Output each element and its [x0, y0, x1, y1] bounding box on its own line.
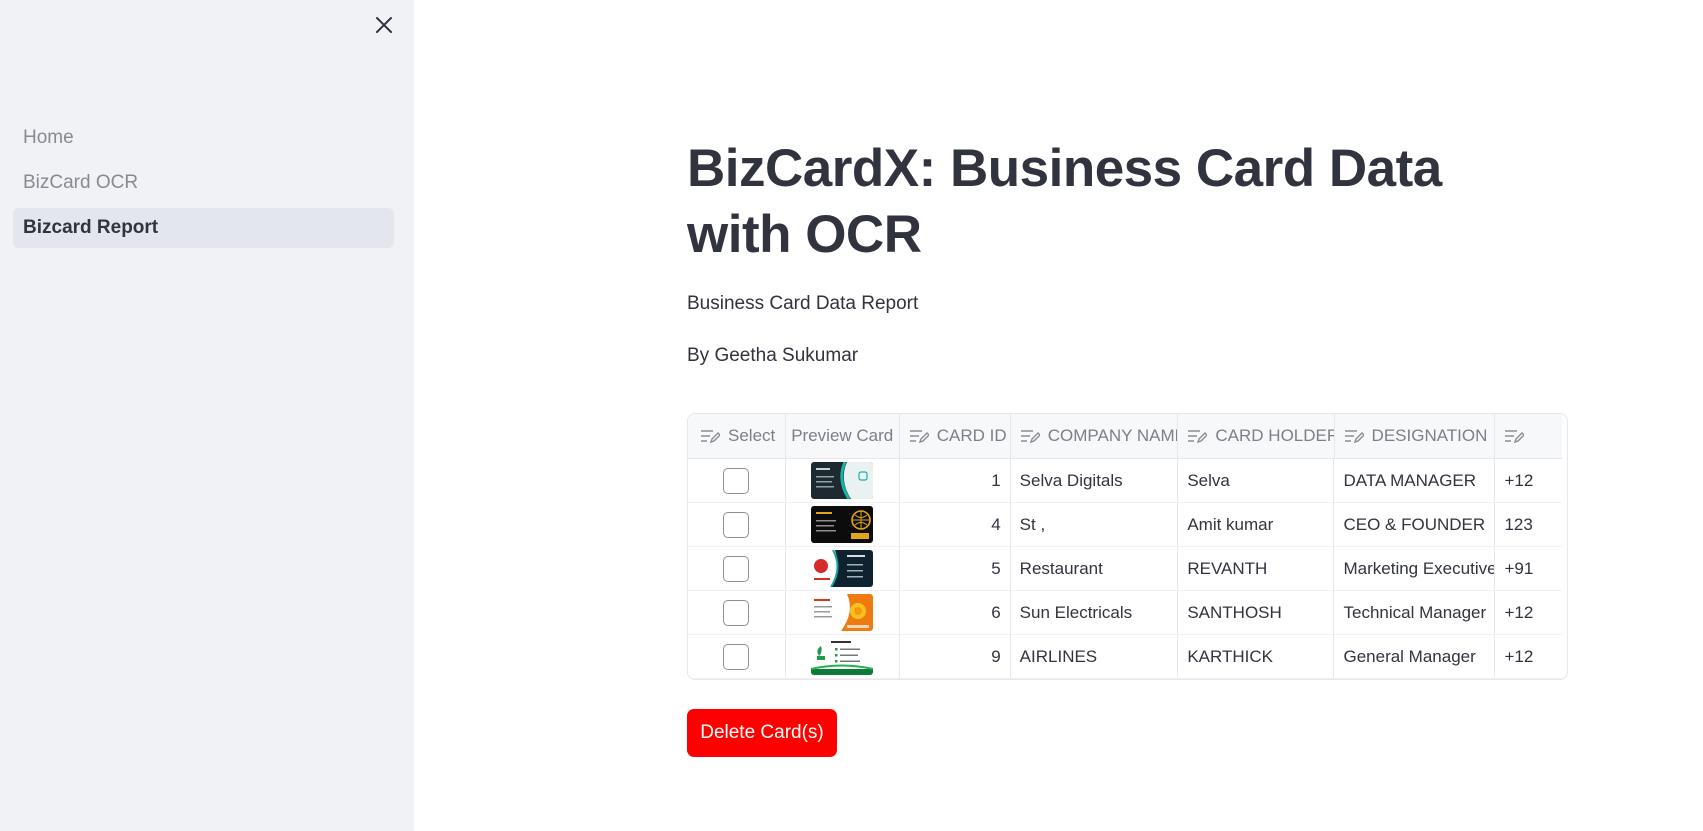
row-select-checkbox[interactable]: [723, 467, 750, 494]
card-preview-image[interactable]: [811, 550, 874, 587]
table-row: 4 St , Amit kumar CEO & FOUNDER 123: [688, 503, 1562, 547]
column-header-label: Preview Card: [791, 426, 894, 445]
card-preview-image[interactable]: [811, 638, 874, 675]
phone-cell[interactable]: +91: [1495, 547, 1562, 590]
card-holder-cell[interactable]: Selva: [1178, 459, 1335, 502]
designation-cell[interactable]: General Manager: [1334, 635, 1496, 678]
column-header-card-holder[interactable]: CARD HOLDER: [1178, 414, 1335, 458]
column-header-card-id[interactable]: CARD ID: [900, 414, 1011, 458]
company-name-cell[interactable]: Selva Digitals: [1011, 459, 1179, 502]
card-holder-cell[interactable]: Amit kumar: [1178, 503, 1335, 546]
preview-cell: [786, 635, 900, 678]
designation-cell[interactable]: Technical Manager: [1334, 591, 1496, 634]
edit-column-icon: [909, 430, 929, 444]
preview-cell: [786, 547, 900, 590]
table-header-row: Select Preview Card CARD ID COMPANY NAME…: [688, 414, 1562, 459]
column-header-company-name[interactable]: COMPANY NAME: [1011, 414, 1179, 458]
card-id-cell[interactable]: 1: [900, 459, 1011, 502]
column-header-label: COMPANY NAME: [1047, 426, 1179, 445]
card-preview-image[interactable]: [811, 506, 874, 543]
author-text: By Geetha Sukumar: [687, 345, 859, 366]
select-cell: [688, 459, 786, 502]
preview-cell: [786, 591, 900, 634]
table-row: 9 AIRLINES KARTHICK General Manager +12: [688, 635, 1562, 679]
company-name-cell[interactable]: St ,: [1011, 503, 1179, 546]
page-subtitle: Business Card Data Report: [687, 293, 919, 314]
edit-column-icon: [701, 430, 720, 444]
designation-cell[interactable]: CEO & FOUNDER: [1334, 503, 1496, 546]
card-holder-cell[interactable]: KARTHICK: [1178, 635, 1335, 678]
cards-data-table: Select Preview Card CARD ID COMPANY NAME…: [687, 413, 1568, 680]
edit-column-icon: [1020, 430, 1040, 444]
company-name-cell[interactable]: Restaurant: [1011, 547, 1179, 590]
sidebar-item-bizcard-report[interactable]: Bizcard Report: [13, 208, 394, 248]
designation-cell[interactable]: DATA MANAGER: [1334, 459, 1496, 502]
column-header-label: CARD HOLDER: [1215, 426, 1335, 445]
page-title: BizCardX: Business Card Data with OCR: [687, 139, 1442, 264]
edit-column-icon: [1188, 430, 1208, 444]
sidebar-nav: Home BizCard OCR Bizcard Report: [13, 118, 394, 253]
card-holder-cell[interactable]: SANTHOSH: [1178, 591, 1335, 634]
phone-cell[interactable]: +12: [1495, 635, 1562, 678]
delete-cards-button[interactable]: Delete Card(s): [687, 709, 837, 757]
sidebar-item-bizcard-ocr[interactable]: BizCard OCR: [13, 163, 394, 203]
table-row: 5 Restaurant REVANTH Marketing Executive +91: [688, 547, 1562, 591]
column-header-designation[interactable]: DESIGNATION: [1335, 414, 1496, 458]
close-sidebar-button[interactable]: [370, 11, 398, 39]
card-id-cell[interactable]: 9: [900, 635, 1011, 678]
column-header-phone[interactable]: [1495, 414, 1562, 458]
card-id-cell[interactable]: 5: [900, 547, 1011, 590]
column-header-label: DESIGNATION: [1371, 426, 1488, 445]
phone-cell[interactable]: 123: [1495, 503, 1562, 546]
phone-cell[interactable]: +12: [1495, 591, 1562, 634]
select-cell: [688, 591, 786, 634]
column-header-label: Select: [728, 426, 776, 445]
select-cell: [688, 547, 786, 590]
card-holder-cell[interactable]: REVANTH: [1178, 547, 1335, 590]
card-id-cell[interactable]: 4: [900, 503, 1011, 546]
preview-cell: [786, 503, 900, 546]
sidebar-item-home[interactable]: Home: [13, 118, 394, 158]
phone-cell[interactable]: +12: [1495, 459, 1562, 502]
table-row: 1 Selva Digitals Selva DATA MANAGER +12: [688, 459, 1562, 503]
table-row: 6 Sun Electricals SANTHOSH Technical Manage…: [688, 591, 1562, 635]
sidebar: Home BizCard OCR Bizcard Report: [0, 0, 414, 831]
column-header-label: CARD ID: [936, 426, 1007, 445]
company-name-cell[interactable]: Sun Electricals: [1011, 591, 1179, 634]
preview-cell: [786, 459, 900, 502]
card-preview-image[interactable]: [811, 594, 874, 631]
close-icon: [376, 17, 392, 33]
row-select-checkbox[interactable]: [723, 599, 750, 626]
column-header-select[interactable]: Select: [688, 414, 786, 458]
row-select-checkbox[interactable]: [723, 643, 750, 670]
select-cell: [688, 503, 786, 546]
row-select-checkbox[interactable]: [723, 555, 750, 582]
edit-column-icon: [1344, 430, 1364, 444]
column-header-preview-card[interactable]: Preview Card: [786, 414, 900, 458]
card-id-cell[interactable]: 6: [900, 591, 1011, 634]
select-cell: [688, 635, 786, 678]
designation-cell[interactable]: Marketing Executive: [1334, 547, 1496, 590]
card-preview-image[interactable]: [811, 462, 874, 499]
row-select-checkbox[interactable]: [723, 511, 750, 538]
company-name-cell[interactable]: AIRLINES: [1011, 635, 1179, 678]
edit-column-icon: [1505, 430, 1525, 444]
